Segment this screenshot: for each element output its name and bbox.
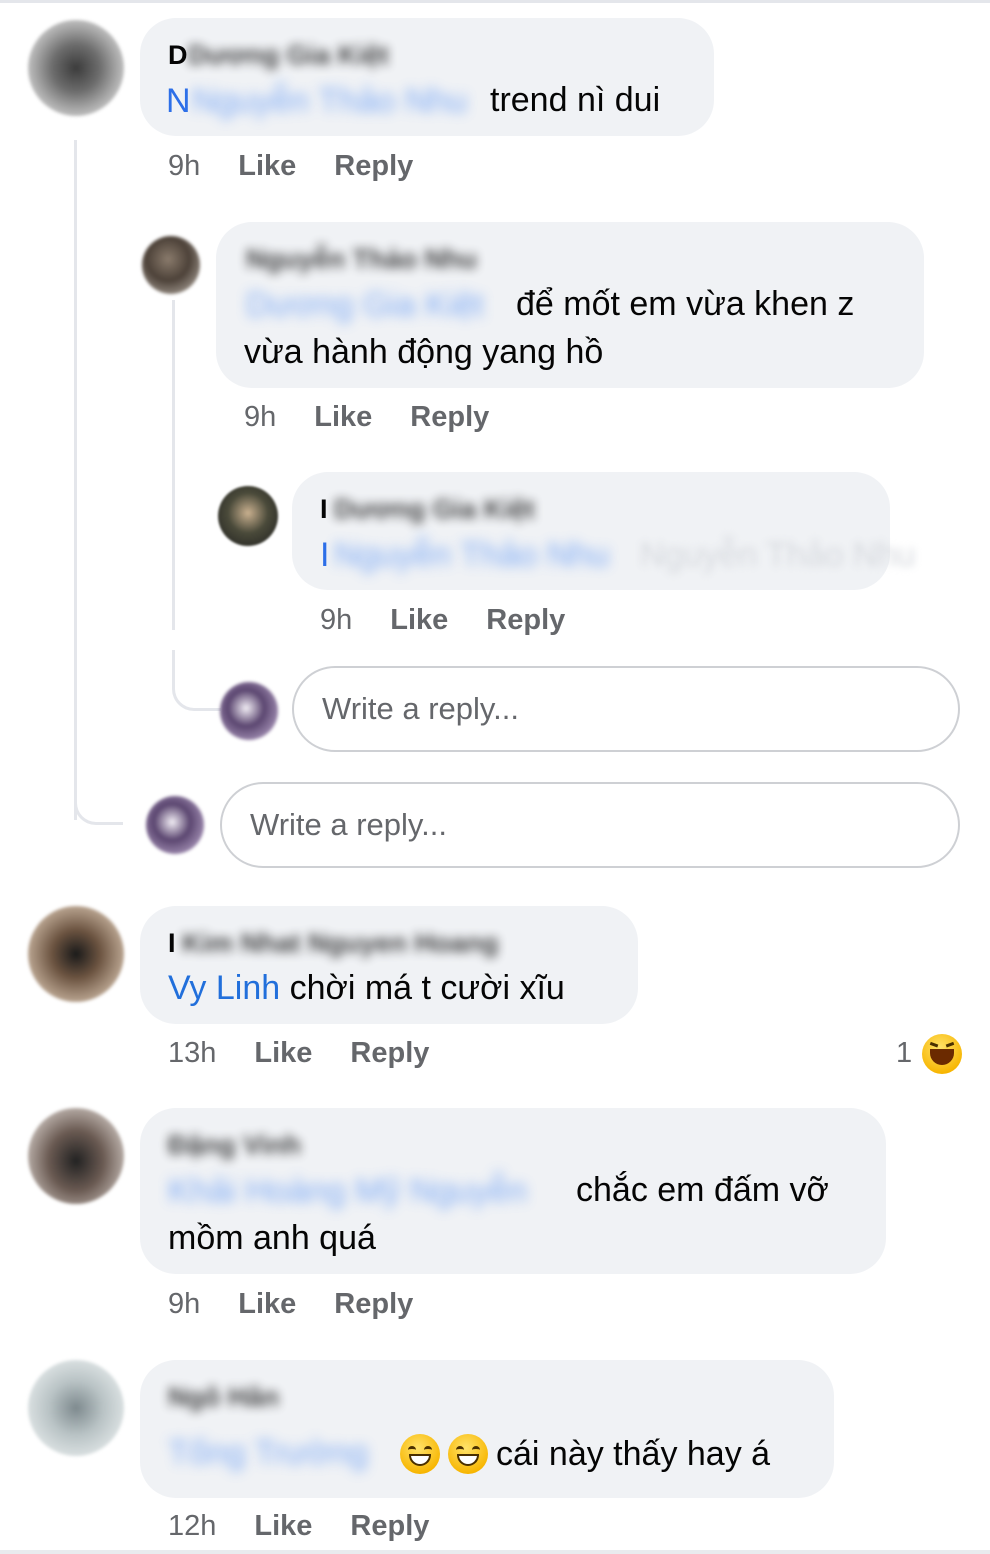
reply-button[interactable]: Reply <box>486 604 565 636</box>
like-button[interactable]: Like <box>238 1288 296 1320</box>
reply-button[interactable]: Reply <box>334 150 413 182</box>
reply-button[interactable]: Reply <box>350 1037 429 1069</box>
reply-button[interactable]: Reply <box>410 401 489 433</box>
comment-time: 9h <box>320 604 353 636</box>
commenter-name[interactable]: Dương Gia Kiệt <box>188 40 389 71</box>
avatar[interactable] <box>142 236 200 294</box>
commenter-name[interactable]: Ngô Hân <box>168 1382 279 1413</box>
avatar[interactable] <box>28 906 124 1002</box>
tagged-user[interactable]: Nguyễn Thảo Nhu <box>192 82 467 121</box>
laughing-emoji-icon[interactable] <box>922 1034 962 1074</box>
reaction-count[interactable]: 1 <box>896 1037 912 1070</box>
like-button[interactable]: Like <box>254 1037 312 1069</box>
bottom-divider <box>0 1550 990 1554</box>
comment-time: 12h <box>168 1510 217 1542</box>
grinning-emoji-icon <box>400 1434 440 1474</box>
avatar[interactable] <box>28 20 124 116</box>
tagged-user[interactable]: Vy Linh <box>168 969 280 1007</box>
comment-meta: 9h Like Reply <box>168 1288 413 1321</box>
tag-initial[interactable]: N <box>166 82 191 121</box>
grinning-emoji-icon <box>448 1434 488 1474</box>
current-user-avatar <box>220 682 278 740</box>
commenter-name-initial[interactable]: D <box>168 40 188 71</box>
avatar[interactable] <box>218 486 278 546</box>
thread-connector <box>74 140 77 820</box>
commenter-name[interactable]: Kim Nhat Nguyen Hoang <box>182 928 499 959</box>
redacted-text: Nguyễn Thảo Nhu <box>640 536 916 574</box>
thread-connector-curve <box>74 760 123 825</box>
like-button[interactable]: Like <box>390 604 448 636</box>
tagged-user[interactable]: Tống Trường <box>168 1434 368 1473</box>
comment-time: 13h <box>168 1037 217 1069</box>
comment-meta: 12h Like Reply <box>168 1510 429 1543</box>
tag-initial[interactable]: I <box>320 536 329 575</box>
comment-meta: 13h Like Reply <box>168 1037 429 1070</box>
top-divider <box>0 0 990 3</box>
comment-text-line2: mồm anh quá <box>168 1219 376 1257</box>
comment-text-line1: chắc em đấm vỡ <box>576 1171 829 1209</box>
reply-input[interactable]: Write a reply... <box>292 666 960 752</box>
reply-input[interactable]: Write a reply... <box>220 782 960 868</box>
comment-text-row: Vy Linh chời má t cười xĩu <box>168 964 565 1012</box>
comment-meta: 9h Like Reply <box>168 150 413 183</box>
comment-text: trend nì dui <box>490 81 661 119</box>
comment-text-line1: để mốt em vừa khen z <box>516 285 855 323</box>
comment-meta: 9h Like Reply <box>244 401 489 434</box>
reply-button[interactable]: Reply <box>350 1510 429 1542</box>
tagged-user[interactable]: Dương Gia Kiệt <box>246 286 484 325</box>
comment-meta: 9h Like Reply <box>320 604 565 637</box>
commenter-name-initial[interactable]: I <box>168 928 176 959</box>
commenter-name[interactable]: Dương Gia Kiệt <box>334 494 535 525</box>
comment-text: cái này thấy hay á <box>496 1435 771 1473</box>
commenter-name-initial[interactable]: I <box>320 494 328 525</box>
comment-time: 9h <box>168 150 201 182</box>
commenter-name[interactable]: Đặng Vinh <box>168 1130 301 1161</box>
like-button[interactable]: Like <box>314 401 372 433</box>
comment-time: 9h <box>168 1288 201 1320</box>
like-button[interactable]: Like <box>254 1510 312 1542</box>
like-button[interactable]: Like <box>238 150 296 182</box>
comment-text-line2: vừa hành động yang hồ <box>244 333 604 371</box>
comment-time: 9h <box>244 401 277 433</box>
commenter-name[interactable]: Nguyễn Thảo Nhu <box>246 244 477 275</box>
avatar[interactable] <box>28 1360 124 1456</box>
thread-connector <box>172 300 175 630</box>
thread-connector-curve <box>172 650 221 711</box>
current-user-avatar <box>146 796 204 854</box>
tagged-user[interactable]: Nguyễn Thảo Nhu <box>334 536 609 575</box>
comment-text: chời má t cười xĩu <box>289 969 565 1007</box>
tagged-user[interactable]: Khải Hoàng Mỹ Nguyễn <box>168 1172 527 1211</box>
reply-button[interactable]: Reply <box>334 1288 413 1320</box>
avatar[interactable] <box>28 1108 124 1204</box>
